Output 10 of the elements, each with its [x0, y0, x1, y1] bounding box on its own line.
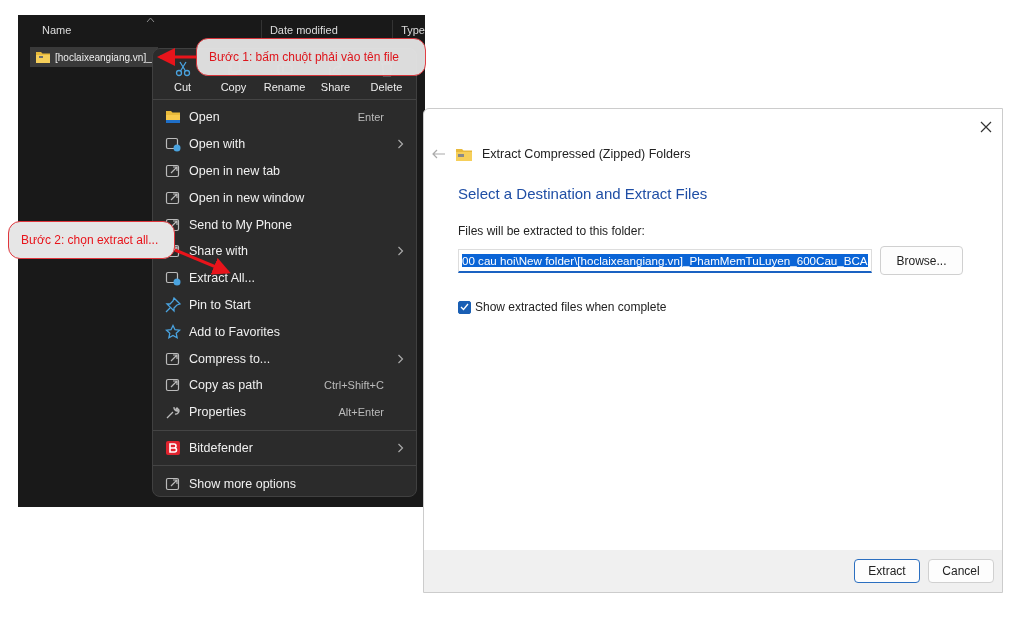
file-name: [hoclaixeangiang.vn]_	[55, 51, 152, 63]
dialog-title: Extract Compressed (Zipped) Folders	[482, 147, 691, 161]
callout-tooltip: Bước 1: bấm chuột phải vào tên file	[196, 38, 426, 76]
field-label: Files will be extracted to this folder:	[458, 224, 646, 238]
shortcut-text: Ctrl+Shift+C	[324, 379, 384, 392]
callout-tooltip: Bước 2: chọn extract all...	[8, 221, 175, 259]
checkbox-label: Show extracted files when complete	[475, 300, 667, 314]
shortcut-text: Enter	[357, 111, 384, 124]
dialog-heading: Select a Destination and Extract Files	[458, 185, 709, 202]
shortcut-text: Alt+Enter	[338, 406, 384, 419]
